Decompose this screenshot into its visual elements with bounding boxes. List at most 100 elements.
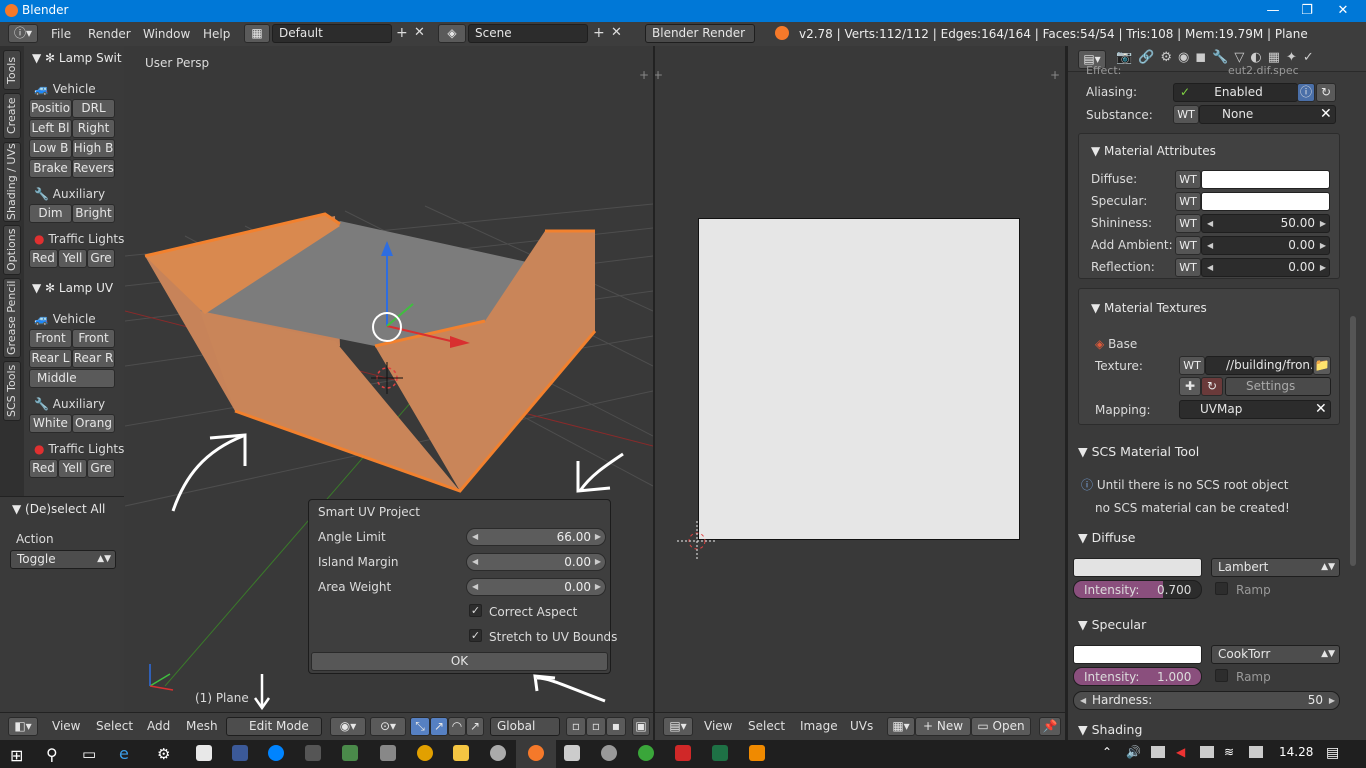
uv-menu-uvs[interactable]: UVs [850,719,873,733]
orientation-select[interactable]: Global [490,717,560,736]
menu-file[interactable]: File [51,27,71,41]
rear-right-button[interactable]: Rear R [72,349,115,368]
shininess-dec-icon[interactable]: ◀ [1207,215,1213,232]
app2-icon[interactable] [380,745,396,761]
rotate-icon[interactable]: ◠ [448,717,466,736]
right-blinker-button[interactable]: Right [72,119,115,138]
tab-tools[interactable]: Tools [3,50,21,90]
scene-field[interactable]: Scene [468,24,588,43]
vertex-select-icon[interactable]: ▫ [566,717,586,736]
edge-select-icon[interactable]: ▫ [586,717,606,736]
region-plus-icon[interactable]: + [639,68,649,82]
diffuse-ramp-checkbox[interactable] [1215,582,1228,595]
drl-button[interactable]: DRL [72,99,115,118]
uv-region-plus-right-icon[interactable]: + [1050,68,1060,82]
context-tabs-icon[interactable]: 📷🔗⚙◉◼🔧▽◐▦✦✓ [1116,50,1320,65]
shading-section-header[interactable]: ▼ Shading [1078,722,1142,737]
uv-region-plus-icon[interactable]: + [655,68,663,82]
reflection-wt-button[interactable]: WT [1175,258,1201,277]
layout-field[interactable]: Default [272,24,392,43]
specular-color-field[interactable] [1073,645,1202,664]
add-texture-icon[interactable]: ✚ [1179,377,1201,396]
app-icon[interactable] [342,745,358,761]
red2-button[interactable]: Red [29,459,58,478]
uv-image-editor[interactable]: + + [655,46,1065,712]
specular-ramp-checkbox[interactable] [1215,669,1228,682]
island-inc-icon[interactable]: ▶ [595,554,601,570]
bright-button[interactable]: Bright [72,204,115,223]
area-dec-icon[interactable]: ◀ [472,579,478,595]
diffuse-intensity-slider[interactable]: Intensity: 0.700 [1073,580,1202,599]
download-icon[interactable] [675,745,691,761]
rear-left-button[interactable]: Rear L [29,349,72,368]
white-button[interactable]: White [29,414,72,433]
specular-shader-select[interactable]: CookTorr ▲▼ [1211,645,1340,664]
menu-help[interactable]: Help [203,27,230,41]
wifi-icon[interactable]: ≋ [1224,745,1234,759]
clock[interactable]: 14.28 [1279,745,1313,759]
area-inc-icon[interactable]: ▶ [595,579,601,595]
close-button[interactable]: ✕ [1320,0,1366,22]
info-icon[interactable]: ⓘ [1297,83,1315,102]
layout-icon[interactable]: ▦ [244,24,270,43]
tab-shading-uvs[interactable]: Shading / UVs [3,142,21,222]
tab-create[interactable]: Create [3,93,21,139]
explorer-icon[interactable] [453,745,469,761]
action-select[interactable]: Toggle ▲▼ [10,550,116,569]
substance-wt-button[interactable]: WT [1173,105,1199,124]
low-beam-button[interactable]: Low B [29,139,72,158]
texture-wt-button[interactable]: WT [1179,356,1205,375]
remove-layout-icon[interactable]: ✕ [414,25,425,40]
green2-button[interactable]: Gre [87,459,115,478]
folder-icon[interactable]: 📁 [1313,356,1331,375]
diffuse-color-field[interactable] [1073,558,1202,577]
material-textures-header[interactable]: ▼ Material Textures [1091,301,1207,315]
chrome-icon[interactable] [417,745,433,761]
messenger-icon[interactable] [268,745,284,761]
tab-grease-pencil[interactable]: Grease Pencil [3,278,21,358]
position-button[interactable]: Positio [29,99,72,118]
hardness-dec-icon[interactable]: ◀ [1080,692,1086,709]
substance-clear-icon[interactable]: ✕ [1320,106,1332,122]
specular-intensity-slider[interactable]: Intensity: 1.000 [1073,667,1202,686]
tab-options[interactable]: Options [3,225,21,275]
scene-icon[interactable]: ◈ [438,24,466,43]
material-attributes-header[interactable]: ▼ Material Attributes [1091,144,1216,158]
new-image-button[interactable]: + New [915,717,971,736]
reflection-field[interactable]: ◀ 0.00 ▶ [1201,258,1330,277]
shading-mode-icon[interactable]: ◉▾ [330,717,366,736]
uv-menu-view[interactable]: View [704,719,732,733]
uv-menu-select[interactable]: Select [748,719,785,733]
app4-icon[interactable] [564,745,580,761]
ambient-inc-icon[interactable]: ▶ [1320,237,1326,254]
aliasing-toggle[interactable]: ✓ Enabled [1173,83,1298,102]
blender-taskbar-item[interactable] [516,740,556,768]
3d-menu-add[interactable]: Add [147,719,170,733]
uv-menu-image[interactable]: Image [800,719,838,733]
3d-editor-type-icon[interactable]: ◧▾ [8,717,38,736]
app3-icon[interactable] [490,745,506,761]
diffuse-shader-select[interactable]: Lambert ▲▼ [1211,558,1340,577]
app6-icon[interactable] [638,745,654,761]
aliasing-extra-icon[interactable]: ↻ [1316,83,1336,102]
red-button[interactable]: Red [29,249,58,268]
stretch-uv-checkbox[interactable]: ✓ [469,629,482,642]
volume-icon[interactable]: 🔊 [1126,745,1141,759]
tray-chevron-icon[interactable]: ⌃ [1102,745,1112,759]
dim-button[interactable]: Dim [29,204,72,223]
network-icon[interactable] [1151,746,1165,758]
vlc-icon[interactable] [749,745,765,761]
front-left-button[interactable]: Front [29,329,72,348]
mapping-clear-icon[interactable]: ✕ [1315,401,1327,417]
3d-menu-view[interactable]: View [52,719,80,733]
green-button[interactable]: Gre [87,249,115,268]
tab-scs-tools[interactable]: SCS Tools [3,361,21,421]
island-margin-field[interactable]: ◀ 0.00 ▶ [466,553,606,571]
uv-editor-type-icon[interactable]: ▤▾ [663,717,693,736]
3d-menu-select[interactable]: Select [96,719,133,733]
area-weight-field[interactable]: ◀ 0.00 ▶ [466,578,606,596]
store-icon[interactable] [196,745,212,761]
angle-limit-field[interactable]: ◀ 66.00 ▶ [466,528,606,546]
shininess-inc-icon[interactable]: ▶ [1320,215,1326,232]
ambient-dec-icon[interactable]: ◀ [1207,237,1213,254]
